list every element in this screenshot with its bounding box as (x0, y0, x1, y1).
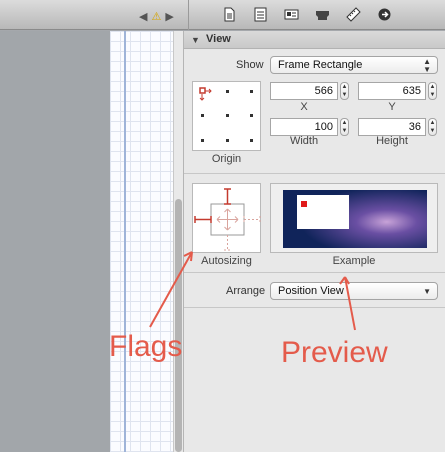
show-label: Show (236, 59, 264, 71)
size-inspector-icon[interactable] (346, 7, 361, 22)
autosizing-control[interactable] (192, 183, 261, 253)
origin-grid-icon (199, 87, 253, 142)
preview-annotation: Preview (281, 336, 388, 369)
layout-grid[interactable] (110, 31, 173, 452)
x-stepper[interactable]: ▲ ▼ (340, 82, 349, 100)
connections-inspector-icon[interactable] (377, 7, 392, 22)
autosizing-label: Autosizing (201, 255, 252, 267)
example-preview (270, 183, 438, 253)
identity-inspector-icon[interactable] (284, 7, 299, 22)
origin-label: Origin (211, 153, 242, 165)
width-stepper[interactable]: ▲ ▼ (340, 118, 349, 136)
height-stepper[interactable]: ▲ ▼ (428, 118, 437, 136)
autosizing-struts-icon (194, 188, 261, 251)
section-divider (184, 173, 445, 174)
arrange-popup-value: Position View (278, 285, 344, 297)
show-popup[interactable]: Frame Rectangle ▲ ▼ (270, 56, 438, 74)
example-label: Example (332, 255, 376, 267)
top-toolbar: ◀ ⚠ ▶ (0, 0, 445, 30)
show-popup-value: Frame Rectangle (278, 59, 363, 71)
view-section-header[interactable]: ▼ View (184, 31, 445, 49)
scrollbar-thumb[interactable] (175, 199, 182, 452)
height-field[interactable]: 36 (358, 118, 426, 136)
origin-selector[interactable] (192, 81, 261, 151)
attributes-inspector-icon[interactable] (315, 7, 330, 22)
width-label: Width (289, 135, 319, 147)
previous-issue-icon[interactable]: ◀ (139, 10, 147, 23)
warning-icon[interactable]: ⚠ (151, 10, 161, 23)
section-divider (184, 272, 445, 273)
popup-arrows-icon: ▲ ▼ (423, 57, 431, 74)
issue-navigator: ◀ ⚠ ▶ (139, 8, 185, 24)
x-label: X (300, 101, 308, 113)
next-issue-icon[interactable]: ▶ (165, 10, 173, 23)
toolbar-divider (188, 0, 189, 30)
vertical-scrollbar[interactable] (173, 31, 183, 452)
y-label: Y (388, 101, 396, 113)
arrange-popup[interactable]: Position View ▼ (270, 282, 438, 300)
file-inspector-icon[interactable] (222, 7, 237, 22)
quick-help-icon[interactable] (253, 7, 268, 22)
section-divider (184, 307, 445, 308)
arrange-label: Arrange (226, 285, 266, 297)
preview-image (283, 190, 427, 248)
size-inspector-panel: ▼ View Show Frame Rectangle ▲ ▼ Origin 56… (183, 31, 445, 452)
section-title: View (206, 33, 231, 45)
height-label: Height (376, 135, 408, 147)
y-field[interactable]: 635 (358, 82, 426, 100)
inspector-tabs (222, 7, 392, 22)
x-field[interactable]: 566 (270, 82, 338, 100)
width-field[interactable]: 100 (270, 118, 338, 136)
disclosure-triangle-icon[interactable]: ▼ (191, 35, 200, 45)
chevron-down-icon: ▼ (423, 287, 431, 296)
flags-annotation: Flags (109, 330, 183, 363)
canvas-background (0, 31, 110, 452)
guide-line (124, 31, 126, 452)
y-stepper[interactable]: ▲ ▼ (428, 82, 437, 100)
